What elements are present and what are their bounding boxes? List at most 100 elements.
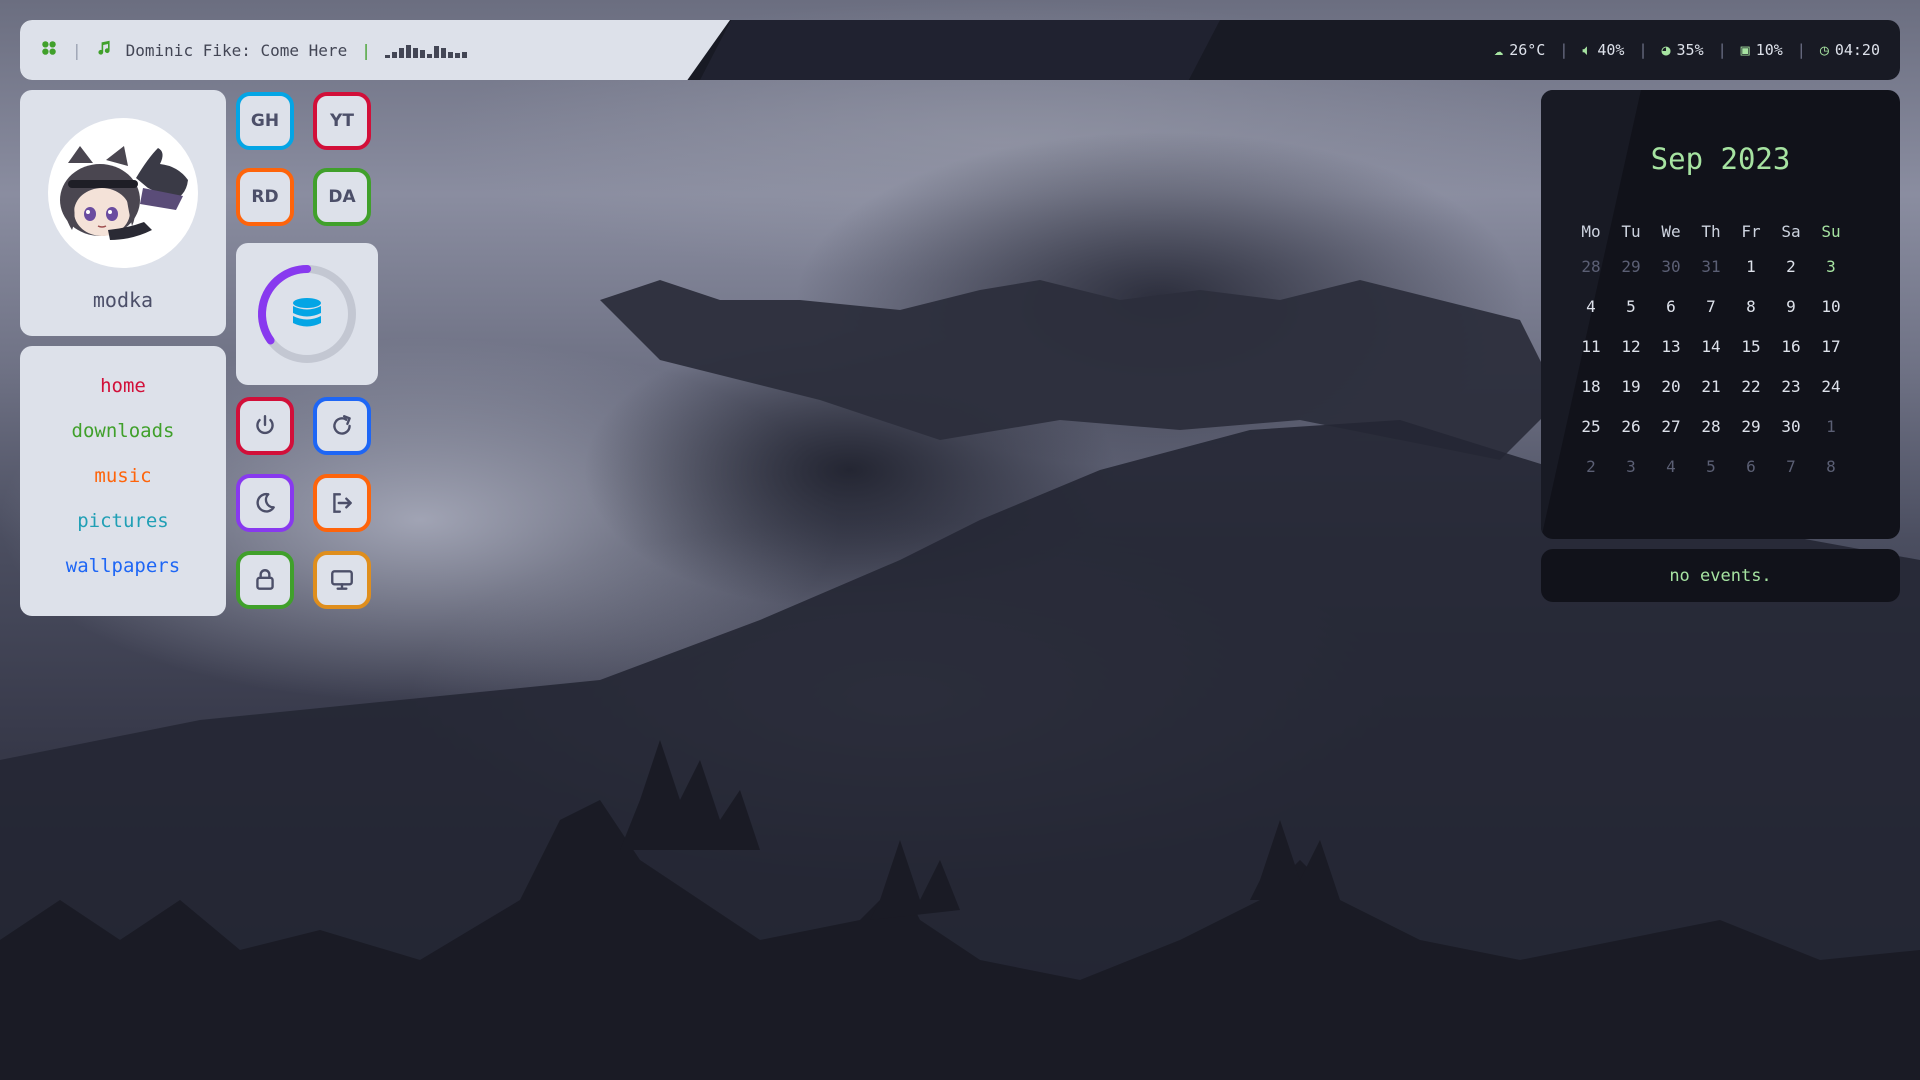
weekday-tu: Tu xyxy=(1621,221,1641,241)
weekday-fr: Fr xyxy=(1741,221,1761,241)
calendar-grid: Mo Tu We Th Fr Sa Su 28 29 30 31 1 2 3 4 5 6 7 8 9 10… xyxy=(1571,216,1891,486)
weekday-mo: Mo xyxy=(1581,221,1601,241)
calendar-day[interactable]: 7 xyxy=(1771,457,1811,476)
separator: | xyxy=(361,40,371,60)
calendar-day[interactable]: 17 xyxy=(1811,337,1851,356)
cpu-status[interactable]: ▣ 10% xyxy=(1741,41,1783,59)
calendar-day[interactable]: 1 xyxy=(1731,257,1771,276)
calendar-week-row: 18 19 20 21 22 23 24 xyxy=(1571,366,1891,406)
disk-status[interactable]: ◕ 35% xyxy=(1662,41,1704,59)
calendar-day[interactable]: 13 xyxy=(1651,337,1691,356)
visualizer-bar xyxy=(398,48,404,58)
calendar-day[interactable]: 6 xyxy=(1651,297,1691,316)
calendar-day[interactable]: 8 xyxy=(1811,457,1851,476)
calendar-day[interactable]: 21 xyxy=(1691,377,1731,396)
calendar-day[interactable]: 26 xyxy=(1611,417,1651,436)
clock-status[interactable]: ◷ 04:20 xyxy=(1820,41,1880,59)
separator: | xyxy=(1638,41,1648,59)
nav-item-home[interactable]: home xyxy=(100,376,146,397)
calendar-day[interactable]: 1 xyxy=(1811,417,1851,436)
calendar-day[interactable]: 4 xyxy=(1651,457,1691,476)
calendar-day[interactable]: 28 xyxy=(1571,257,1611,276)
calendar-day[interactable]: 30 xyxy=(1651,257,1691,276)
calendar-day[interactable]: 15 xyxy=(1731,337,1771,356)
flower-icon[interactable] xyxy=(40,39,58,61)
calendar-day[interactable]: 2 xyxy=(1771,257,1811,276)
calendar-day[interactable]: 16 xyxy=(1771,337,1811,356)
calendar-day[interactable]: 7 xyxy=(1691,297,1731,316)
visualizer-bar xyxy=(447,52,453,58)
calendar-week-row: 25 26 27 28 29 30 1 xyxy=(1571,406,1891,446)
calendar-day[interactable]: 19 xyxy=(1611,377,1651,396)
logout-button[interactable] xyxy=(313,474,371,532)
calendar-day[interactable]: 11 xyxy=(1571,337,1611,356)
calendar-week-row: 11 12 13 14 15 16 17 xyxy=(1571,326,1891,366)
volume-status[interactable]: 🔈︎ 40% xyxy=(1582,41,1624,59)
calendar-day[interactable]: 31 xyxy=(1691,257,1731,276)
calendar-day[interactable]: 23 xyxy=(1771,377,1811,396)
calendar-day[interactable]: 30 xyxy=(1771,417,1811,436)
calendar-day[interactable]: 9 xyxy=(1771,297,1811,316)
music-note-icon xyxy=(96,40,112,60)
calendar-day[interactable]: 20 xyxy=(1651,377,1691,396)
calendar-day[interactable]: 5 xyxy=(1691,457,1731,476)
weekday-we: We xyxy=(1661,221,1681,241)
calendar-day[interactable]: 25 xyxy=(1571,417,1611,436)
calendar-day[interactable]: 18 xyxy=(1571,377,1611,396)
shortcut-youtube-button[interactable]: YT xyxy=(313,92,371,150)
profile-card: modka xyxy=(20,90,226,336)
database-icon xyxy=(293,298,321,327)
shortcut-reddit-button[interactable]: RD xyxy=(236,168,294,226)
calendar-day[interactable]: 5 xyxy=(1611,297,1651,316)
calendar-day[interactable]: 29 xyxy=(1611,257,1651,276)
calendar-day[interactable]: 12 xyxy=(1611,337,1651,356)
lock-button[interactable] xyxy=(236,551,294,609)
suspend-button[interactable] xyxy=(236,474,294,532)
reboot-button[interactable] xyxy=(313,397,371,455)
calendar-day[interactable]: 22 xyxy=(1731,377,1771,396)
refresh-icon xyxy=(333,415,351,435)
calendar-day[interactable]: 3 xyxy=(1811,257,1851,276)
monitor-button[interactable] xyxy=(313,551,371,609)
visualizer-bar xyxy=(426,54,432,58)
calendar-day[interactable]: 3 xyxy=(1611,457,1651,476)
calendar-day[interactable]: 24 xyxy=(1811,377,1851,396)
calendar-day[interactable]: 29 xyxy=(1731,417,1771,436)
nav-item-pictures[interactable]: pictures xyxy=(77,511,169,532)
separator: | xyxy=(1717,41,1727,59)
nav-item-wallpapers[interactable]: wallpapers xyxy=(66,556,180,577)
calendar-day[interactable]: 27 xyxy=(1651,417,1691,436)
username: modka xyxy=(92,288,154,312)
calendar-widget: Sep 2023 Mo Tu We Th Fr Sa Su 28 29 30 31 1 2… xyxy=(1541,90,1900,539)
power-icon xyxy=(256,415,274,435)
nav-item-downloads[interactable]: downloads xyxy=(72,421,175,442)
shortcut-deviantart-button[interactable]: DA xyxy=(313,168,371,226)
calendar-day[interactable]: 8 xyxy=(1731,297,1771,316)
speaker-icon: 🔈︎ xyxy=(1582,41,1592,59)
visualizer-bar xyxy=(433,46,439,58)
top-bar-stripe xyxy=(700,20,1220,80)
visualizer-bar xyxy=(461,52,467,58)
cloud-icon: ☁ xyxy=(1494,41,1504,59)
calendar-day[interactable]: 14 xyxy=(1691,337,1731,356)
power-button[interactable] xyxy=(236,397,294,455)
visualizer-bar xyxy=(440,48,446,58)
cpu-icon: ▣ xyxy=(1740,41,1750,59)
moon-icon xyxy=(256,492,275,513)
now-playing[interactable]: Dominic Fike: Come Here xyxy=(126,41,348,60)
nav-item-music[interactable]: music xyxy=(94,466,151,487)
calendar-day[interactable]: 4 xyxy=(1571,297,1611,316)
calendar-day[interactable]: 28 xyxy=(1691,417,1731,436)
pie-chart-icon: ◕ xyxy=(1661,41,1671,59)
calendar-day[interactable]: 6 xyxy=(1731,457,1771,476)
calendar-day[interactable]: 2 xyxy=(1571,457,1611,476)
disk-usage-ring xyxy=(258,265,356,363)
calendar-day[interactable]: 10 xyxy=(1811,297,1851,316)
monitor-icon xyxy=(331,570,353,590)
clock-icon: ◷ xyxy=(1819,41,1829,59)
shortcut-github-button[interactable]: GH xyxy=(236,92,294,150)
weather-status[interactable]: ☁ 26°C xyxy=(1494,41,1545,59)
top-bar: | Dominic Fike: Come Here | ☁ 26°C | 🔈︎ 40… xyxy=(20,20,1900,80)
visualizer-bar xyxy=(419,50,425,58)
cat-girl-avatar xyxy=(60,146,188,240)
